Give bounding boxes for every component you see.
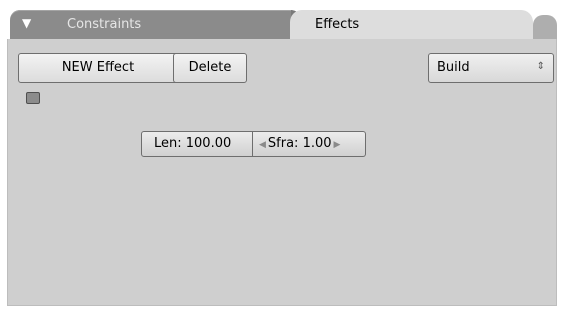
new-effect-button[interactable]: NEW Effect: [18, 53, 178, 83]
right-arrow-icon[interactable]: ▶: [334, 140, 341, 150]
tab-effects[interactable]: Effects: [290, 10, 533, 39]
left-arrow-icon[interactable]: ◀: [259, 140, 266, 150]
up-down-arrows-icon: ⇕: [536, 61, 545, 72]
effect-type-select[interactable]: Build ⇕: [428, 53, 554, 83]
sfra-field[interactable]: ◀ Sfra: 1.00 ▶: [253, 131, 366, 157]
triangle-down-icon[interactable]: ▼: [22, 16, 31, 30]
effect-type-value: Build: [437, 60, 470, 75]
effects-panel: ▼ Constraints Effects NEW Effect Delete …: [7, 7, 557, 306]
tab-constraints[interactable]: ▼ Constraints: [10, 10, 301, 39]
tab-bar: ▼ Constraints Effects: [7, 7, 557, 39]
effects-content: NEW Effect Delete Build ⇕ Len: 100.00 ◀ S…: [7, 39, 557, 306]
tab-effects-label: Effects: [315, 17, 360, 32]
tab-bar-end: [533, 15, 557, 39]
delete-button[interactable]: Delete: [173, 53, 247, 83]
len-field[interactable]: Len: 100.00: [141, 131, 253, 157]
sfra-value: Sfra: 1.00: [267, 136, 332, 151]
effect-toggle-checkbox[interactable]: [26, 92, 40, 104]
tab-constraints-label: Constraints: [67, 17, 142, 32]
len-value: Len: 100.00: [154, 136, 232, 151]
